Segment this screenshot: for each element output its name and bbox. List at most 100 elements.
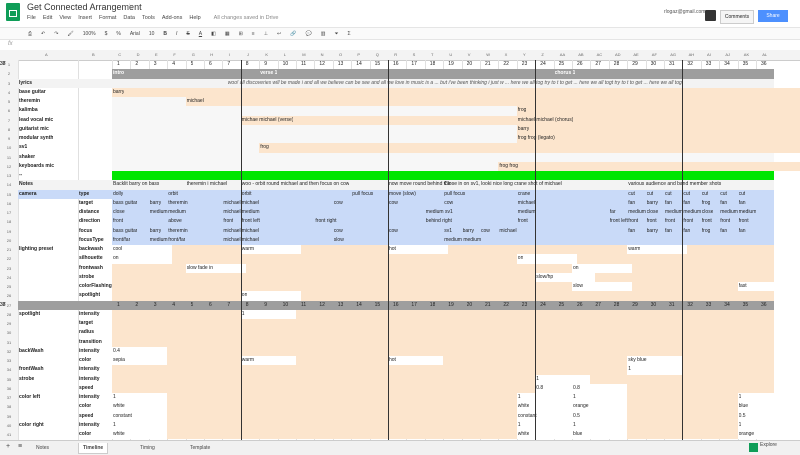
camera-cue[interactable]: fan xyxy=(683,199,690,208)
instrument-cue[interactable]: frog frog (legato) xyxy=(518,134,555,143)
camera-cue[interactable]: fan xyxy=(665,199,672,208)
sheets-logo-icon[interactable] xyxy=(6,3,20,21)
camera-cue[interactable]: above xyxy=(168,217,182,226)
link-icon[interactable]: 🔗 xyxy=(290,31,296,37)
column-header-m[interactable]: M xyxy=(302,52,305,57)
instrument-label[interactable]: guitarist mic xyxy=(19,125,49,134)
row-number[interactable]: 20 xyxy=(0,238,18,243)
camera-cue[interactable]: cut xyxy=(628,190,635,199)
row-number[interactable]: 14 xyxy=(0,182,18,187)
column-header-ac[interactable]: AC xyxy=(597,52,603,57)
beat-number-repeat[interactable]: 1 xyxy=(117,301,120,310)
menu-item-file[interactable]: File xyxy=(27,15,36,21)
user-email[interactable]: rlogaz@gmail.com xyxy=(664,9,705,15)
column-header-l[interactable]: L xyxy=(284,52,286,57)
beat-number[interactable]: 38 xyxy=(0,60,6,69)
row-number[interactable]: 32 xyxy=(0,349,18,354)
instrument-label[interactable]: theremin xyxy=(19,97,40,106)
beat-number-repeat[interactable]: 12 xyxy=(319,301,325,310)
dmx-cue[interactable]: 1 xyxy=(739,393,742,402)
camera-param-label[interactable]: direction xyxy=(79,217,100,226)
chart-icon[interactable]: ▥ xyxy=(321,31,326,37)
instrument-label[interactable]: shaker xyxy=(19,153,35,162)
dmx-cue[interactable]: 1 xyxy=(242,310,245,319)
camera-cue[interactable]: behind right xyxy=(426,217,452,226)
row-number[interactable]: 7 xyxy=(0,118,18,123)
dmx-param-label[interactable]: radius xyxy=(79,328,94,337)
column-header-t[interactable]: T xyxy=(431,52,433,57)
camera-cue[interactable]: dolly xyxy=(113,190,123,199)
camera-cue[interactable]: far xyxy=(610,208,616,217)
row-number[interactable]: 9 xyxy=(0,136,18,141)
camera-param-label[interactable]: distance xyxy=(79,208,99,217)
redo-icon[interactable]: ↷ xyxy=(54,31,58,37)
beat-number-repeat[interactable]: 25 xyxy=(559,301,565,310)
camera-cue[interactable]: michael xyxy=(242,199,259,208)
dmx-cue[interactable]: white xyxy=(113,402,125,411)
note-cell[interactable]: Backlit barry on bass xyxy=(113,180,159,189)
instrument-cue[interactable]: barry xyxy=(113,88,124,97)
lighting-param-label[interactable]: silhouette xyxy=(79,254,103,263)
column-header-g[interactable]: G xyxy=(192,52,195,57)
row-number[interactable]: 12 xyxy=(0,164,18,169)
column-header-d[interactable]: D xyxy=(137,52,140,57)
beat-number[interactable]: 14 xyxy=(356,60,362,69)
camera-cue[interactable]: medium xyxy=(665,208,683,217)
dmx-param-label[interactable]: speed xyxy=(79,412,93,421)
dmx-cue[interactable]: sky blue xyxy=(628,356,646,365)
lighting-cue[interactable]: on xyxy=(113,254,119,263)
lighting-param-label[interactable]: strobe xyxy=(79,273,94,282)
camera-cue[interactable]: front left xyxy=(610,217,628,226)
lighting-cue[interactable]: cool xyxy=(113,245,122,254)
lighting-cue[interactable]: on xyxy=(573,264,579,273)
currency-button[interactable]: $ xyxy=(105,31,108,37)
row-number[interactable]: 24 xyxy=(0,275,18,280)
row-number[interactable]: 33 xyxy=(0,358,18,363)
beat-number-repeat[interactable]: 28 xyxy=(614,301,620,310)
beat-number-repeat[interactable]: 21 xyxy=(485,301,491,310)
camera-cue[interactable]: crane xyxy=(518,190,531,199)
menu-item-help[interactable]: Help xyxy=(189,15,200,21)
camera-cue[interactable]: theremin xyxy=(168,227,187,236)
camera-cue[interactable]: pull focus xyxy=(444,190,465,199)
beat-number[interactable]: 3 xyxy=(154,60,157,69)
beat-number[interactable]: 32 xyxy=(687,60,693,69)
camera-cue[interactable]: medium xyxy=(683,208,701,217)
beat-number-repeat[interactable]: 10 xyxy=(283,301,289,310)
camera-cue[interactable]: fan xyxy=(720,199,727,208)
lighting-cue[interactable]: fast xyxy=(739,282,747,291)
beat-number-repeat[interactable]: 7 xyxy=(227,301,230,310)
dmx-cue[interactable]: 1 xyxy=(536,375,539,384)
tab-template[interactable]: Template xyxy=(186,443,214,453)
lighting-cue[interactable]: slow xyxy=(573,282,583,291)
beat-number[interactable]: 15 xyxy=(375,60,381,69)
row-number[interactable]: 36 xyxy=(0,386,18,391)
beat-number[interactable]: 28 xyxy=(614,60,620,69)
beat-number-repeat[interactable]: 33 xyxy=(706,301,712,310)
dmx-cue[interactable]: constant xyxy=(113,412,132,421)
dmx-param-label[interactable]: intensity xyxy=(79,365,100,374)
comments-button[interactable]: Comments xyxy=(720,10,754,24)
dmx-cue[interactable]: white xyxy=(113,430,125,439)
camera-cue[interactable]: front right xyxy=(315,217,336,226)
beat-number[interactable]: 34 xyxy=(724,60,730,69)
camera-cue[interactable]: front xyxy=(702,217,712,226)
lighting-cue[interactable]: on xyxy=(242,291,248,300)
beat-number-repeat[interactable]: 9 xyxy=(264,301,267,310)
column-header-k[interactable]: K xyxy=(265,52,268,57)
row-number[interactable]: 17 xyxy=(0,210,18,215)
beat-number-repeat[interactable]: 34 xyxy=(724,301,730,310)
camera-cue[interactable]: medium xyxy=(168,208,186,217)
camera-cue[interactable]: fan xyxy=(739,199,746,208)
all-sheets-icon[interactable]: ≡ xyxy=(18,443,22,450)
row-number[interactable]: 28 xyxy=(0,312,18,317)
camera-cue[interactable]: michael xyxy=(223,227,240,236)
camera-param-label[interactable]: focus xyxy=(79,227,92,236)
camera-cue[interactable]: orbit xyxy=(242,190,252,199)
lyrics-text[interactable]: woo! all discoveries will be made i and … xyxy=(228,79,800,88)
dmx-param-label[interactable]: intensity xyxy=(79,375,100,384)
camera-cue[interactable]: medium sv1 xyxy=(426,208,453,217)
instrument-cue[interactable]: barry xyxy=(518,125,529,134)
camera-cue[interactable]: fan xyxy=(683,227,690,236)
beat-number[interactable]: 29 xyxy=(632,60,638,69)
